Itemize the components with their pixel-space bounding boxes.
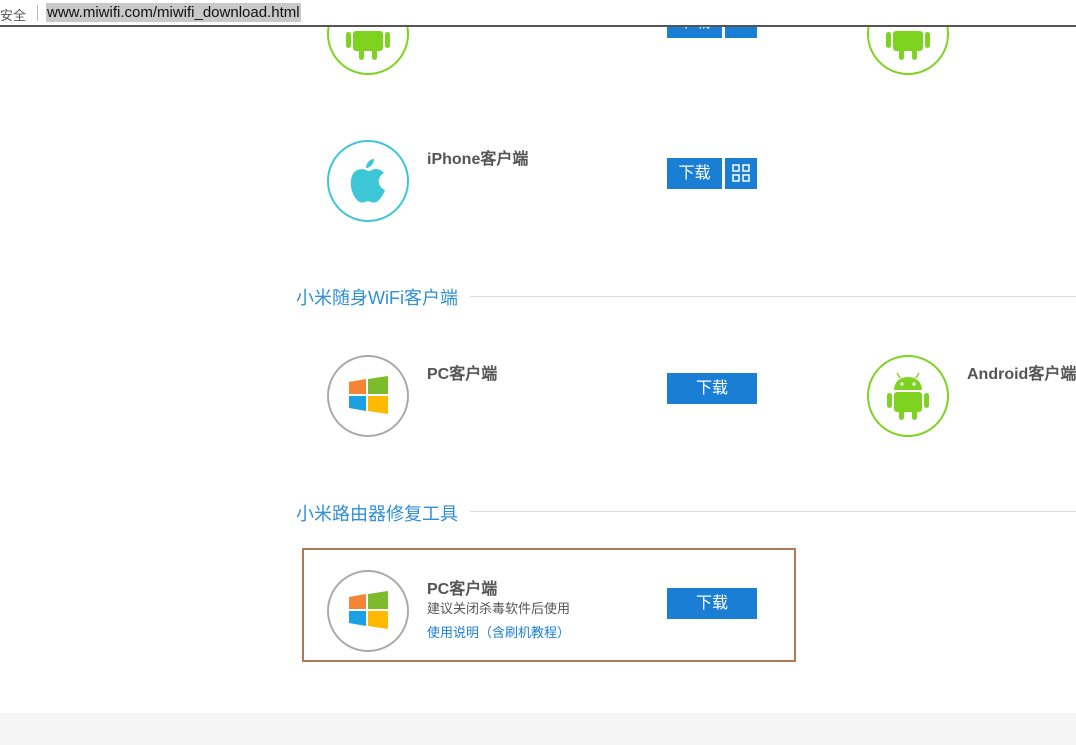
windows-icon [327, 570, 409, 652]
url-text[interactable]: www.miwifi.com/miwifi_download.html [46, 3, 301, 22]
iphone-download-button[interactable]: 下载 [667, 158, 722, 189]
address-bar[interactable]: 安全 www.miwifi.com/miwifi_download.html [0, 0, 1076, 27]
qr-code-icon [732, 164, 750, 182]
wifi-pc-download-button[interactable]: 下载 [667, 373, 757, 404]
qr-code-button-top[interactable] [725, 27, 757, 38]
windows-icon [327, 355, 409, 437]
download-label: 下载 [695, 380, 728, 397]
section-title-repair: 小米路由器修复工具 [296, 504, 458, 524]
iphone-qr-code-button[interactable] [725, 158, 757, 189]
repair-help-link[interactable]: 使用说明（含刷机教程） [427, 622, 570, 641]
wifi-android-client-title: Android客户端 [967, 366, 1076, 383]
security-label: 安全 [0, 8, 27, 23]
repair-pc-client-title: PC客户端 [427, 581, 498, 598]
android-icon [867, 27, 949, 75]
download-label: 下载 [678, 165, 711, 182]
download-button-top[interactable]: 下载 [667, 27, 722, 38]
footer-band [0, 713, 1076, 745]
repair-note: 建议关闭杀毒软件后使用 [427, 601, 571, 616]
section-divider [470, 511, 1076, 512]
wifi-pc-client-title: PC客户端 [427, 366, 498, 383]
android-icon [327, 27, 409, 75]
download-page: 下载 iPhone客户端 下载 [0, 27, 1076, 713]
download-label: 下载 [678, 27, 710, 31]
section-divider [470, 296, 1076, 297]
repair-pc-download-button[interactable]: 下载 [667, 588, 757, 619]
address-divider [37, 5, 38, 21]
android-icon [867, 355, 949, 437]
download-label: 下载 [695, 595, 728, 612]
section-title-wifi: 小米随身WiFi客户端 [296, 288, 458, 308]
apple-icon [327, 140, 409, 222]
iphone-client-title: iPhone客户端 [427, 151, 529, 168]
